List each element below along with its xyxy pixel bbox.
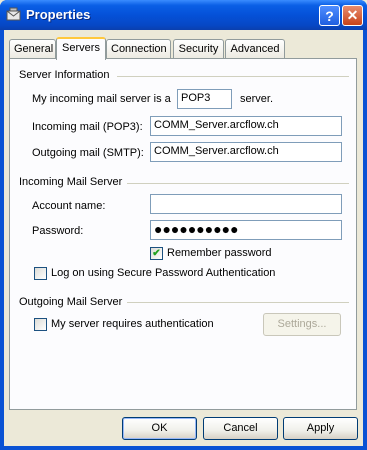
spa-checkbox[interactable] <box>34 267 47 280</box>
tab-connection[interactable]: Connection <box>106 39 171 59</box>
requires-auth-checkbox[interactable] <box>34 318 47 331</box>
incoming-mail-server-label: Incoming Mail Server <box>19 176 123 188</box>
divider <box>117 76 349 77</box>
dialog-client-area: General Servers Connection Security Adva… <box>4 30 363 446</box>
settings-button[interactable]: Settings... <box>263 313 341 336</box>
incoming-type-suffix: server. <box>240 93 274 105</box>
remember-password-label: Remember password <box>167 247 272 259</box>
outgoing-mail-server-label: Outgoing Mail Server <box>19 296 123 308</box>
window-title: Properties <box>26 7 91 22</box>
cancel-button[interactable]: Cancel <box>203 417 278 440</box>
remember-password-checkbox[interactable]: ✔ <box>150 247 163 260</box>
incoming-mail-server-input[interactable]: COMM_Server.arcflow.ch <box>150 116 342 136</box>
ok-button[interactable]: OK <box>122 417 197 440</box>
mail-properties-icon <box>6 7 22 23</box>
tab-servers[interactable]: Servers <box>56 37 106 60</box>
password-input[interactable]: ●●●●●●●●●● <box>150 220 342 240</box>
properties-dialog: Properties ? ✕ General Servers Connectio… <box>0 0 367 450</box>
tab-security[interactable]: Security <box>173 39 224 59</box>
incoming-server-type-field[interactable]: POP3 <box>177 89 232 109</box>
outgoing-mail-label: Outgoing mail (SMTP): <box>32 147 144 159</box>
apply-button[interactable]: Apply <box>283 417 358 440</box>
server-information-label: Server Information <box>19 69 110 81</box>
help-button[interactable]: ? <box>319 5 340 26</box>
tab-advanced[interactable]: Advanced <box>225 39 285 59</box>
divider <box>127 183 349 184</box>
password-label: Password: <box>32 225 84 237</box>
title-bar[interactable]: Properties ? ✕ <box>0 0 367 30</box>
outgoing-mail-server-input[interactable]: COMM_Server.arcflow.ch <box>150 142 342 162</box>
account-name-input[interactable] <box>150 194 342 214</box>
spa-label: Log on using Secure Password Authenticat… <box>51 267 276 279</box>
servers-tab-panel: Server Information My incoming mail serv… <box>9 58 357 410</box>
close-button[interactable]: ✕ <box>342 5 363 26</box>
requires-auth-label: My server requires authentication <box>51 318 214 330</box>
incoming-mail-label: Incoming mail (POP3): <box>32 121 143 133</box>
tab-general[interactable]: General <box>9 39 56 59</box>
divider <box>127 302 349 303</box>
incoming-type-prefix: My incoming mail server is a <box>32 93 171 105</box>
account-name-label: Account name: <box>32 200 106 212</box>
